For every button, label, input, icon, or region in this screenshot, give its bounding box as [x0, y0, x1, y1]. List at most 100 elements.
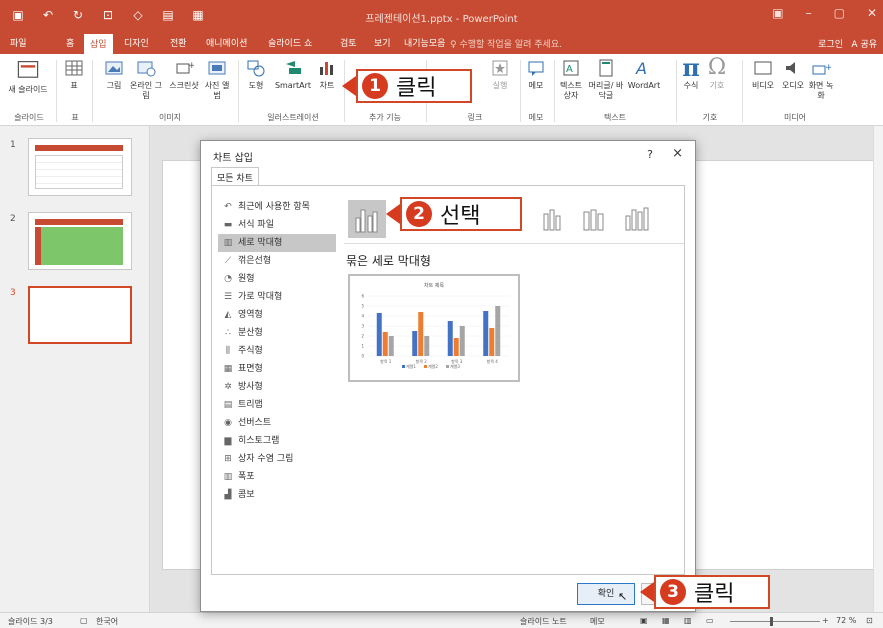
preview-ytick-label: 0: [361, 354, 364, 359]
vertical-scrollbar[interactable]: [873, 126, 883, 612]
audio-label: 오디오: [781, 81, 805, 90]
slide-sorter-icon[interactable]: ▦: [662, 616, 670, 625]
shapes-label: 도형: [248, 81, 264, 90]
zoom-slider-thumb[interactable]: [770, 617, 773, 626]
chart-category-item[interactable]: ◔ 원형: [218, 270, 336, 288]
speaker-icon: [786, 62, 795, 74]
close-window-icon[interactable]: ✕: [867, 6, 877, 20]
video-button[interactable]: 비디오: [748, 58, 778, 91]
preview-bar: [489, 328, 495, 356]
share-button[interactable]: A 공유: [851, 37, 877, 50]
tab-addins[interactable]: 내기능모음: [404, 36, 445, 49]
chart-category-item[interactable]: ✲ 방사형: [218, 378, 336, 396]
category-label: 세로 막대형: [238, 238, 283, 248]
chart-category-item[interactable]: ⫼ 주식형: [218, 342, 336, 360]
spellcheck-icon[interactable]: ▢: [80, 616, 88, 625]
new-slide-button[interactable]: 새 슬라이드: [8, 58, 48, 95]
preview-bar: [388, 336, 394, 356]
slide-thumbnail-3[interactable]: [28, 286, 132, 344]
tab-transitions[interactable]: 전환: [170, 36, 187, 49]
screen-recording-label: 화면 녹화: [808, 81, 834, 100]
tab-file[interactable]: 파일: [10, 36, 27, 49]
chart-category-item[interactable]: ▥ 세로 막대형: [218, 234, 336, 252]
chart-category-item[interactable]: ⊞ 상자 수염 그림: [218, 450, 336, 468]
online-picture-button[interactable]: 온라인 그림: [128, 58, 164, 101]
chart-category-item[interactable]: ▥ 폭포: [218, 468, 336, 486]
chart-category-item[interactable]: ▤ 트리맵: [218, 396, 336, 414]
close-icon[interactable]: ×: [672, 146, 683, 161]
fit-slide-icon[interactable]: ⊡: [866, 616, 873, 625]
photo-album-button[interactable]: 사진 앨범: [202, 58, 232, 101]
new-slide-icon: [17, 61, 39, 78]
chart-category-item[interactable]: ▟ 콤보: [218, 486, 336, 504]
table-button[interactable]: 표: [62, 58, 86, 91]
preview-category-label: 항목 1: [380, 358, 392, 364]
language-indicator: 한국어: [96, 617, 119, 626]
chart-category-item[interactable]: ↶ 최근에 사용한 항목: [218, 198, 336, 216]
help-icon[interactable]: ?: [647, 148, 653, 161]
chart-category-item[interactable]: ▦ 표면형: [218, 360, 336, 378]
chart-category-item[interactable]: ⟋ 꺾은선형: [218, 252, 336, 270]
tab-slideshow[interactable]: 슬라이드 쇼: [268, 36, 312, 49]
chart-category-item[interactable]: ◉ 선버스트: [218, 414, 336, 432]
smartart-button[interactable]: SmartArt: [270, 58, 316, 91]
picture-button[interactable]: 그림: [100, 58, 128, 91]
callout-number: 1: [362, 73, 388, 99]
zoom-in-icon[interactable]: +: [822, 616, 829, 625]
chart-category-item[interactable]: ∴ 분산형: [218, 324, 336, 342]
chart-button[interactable]: 차트: [316, 58, 338, 91]
callout-3: 3 클릭: [654, 575, 770, 609]
subtype-title: 묶은 세로 막대형: [346, 254, 431, 268]
chart-category-item[interactable]: ▆ 히스토그램: [218, 432, 336, 450]
normal-view-icon[interactable]: ▣: [640, 616, 648, 625]
tab-review[interactable]: 검토: [340, 36, 357, 49]
symbol-button[interactable]: Ω 기호: [706, 57, 728, 91]
tab-all-charts[interactable]: 모든 차트: [211, 167, 259, 185]
maximize-icon[interactable]: ▢: [834, 6, 845, 20]
wordart-button[interactable]: A WordArt: [624, 58, 664, 91]
category-label: 서식 파일: [238, 220, 274, 230]
screenshot-button[interactable]: + 스크린샷: [166, 58, 202, 91]
screenshot-icon: +: [176, 61, 194, 74]
preview-bar: [483, 311, 489, 356]
chart-preview[interactable]: 차트 제목 0 1 2 3 4 5 6 항목 1 항목 2 항목 3 항목 4 계열1 계열2 계열3: [348, 274, 520, 382]
preview-bar: [459, 326, 465, 356]
slide-thumbnail-1[interactable]: [28, 138, 132, 196]
textbox-button[interactable]: A 텍스트 상자: [556, 58, 586, 101]
chart-category-item[interactable]: ☰ 가로 막대형: [218, 288, 336, 306]
tab-view[interactable]: 보기: [374, 36, 391, 49]
callout-arrow-2: [386, 204, 400, 224]
shapes-button[interactable]: 도형: [242, 58, 270, 91]
category-icon: ▬: [223, 220, 233, 230]
new-slide-label: 새 슬라이드: [8, 85, 48, 94]
notes-button[interactable]: 슬라이드 노트: [520, 616, 567, 627]
preview-ytick-label: 3: [361, 324, 364, 329]
tab-insert[interactable]: 삽입: [84, 34, 113, 54]
reading-view-icon[interactable]: ▥: [684, 616, 692, 625]
tell-me-search[interactable]: ♀ 수행할 작업을 알려 주세요.: [450, 37, 562, 50]
subtype-3d-column[interactable]: [618, 200, 656, 238]
login-link[interactable]: 로그인: [818, 37, 843, 50]
header-footer-button[interactable]: 머리글/ 바닥글: [588, 58, 624, 101]
subtype-3d-stacked[interactable]: [576, 200, 614, 238]
subtype-clustered-column[interactable]: [348, 200, 386, 238]
slide-thumbnail-2[interactable]: [28, 212, 132, 270]
minimize-icon[interactable]: –: [806, 6, 812, 20]
screen-recording-button[interactable]: + 화면 녹화: [808, 58, 834, 101]
tab-animations[interactable]: 애니메이션: [206, 36, 247, 49]
chart-category-item[interactable]: ◭ 영역형: [218, 306, 336, 324]
zoom-level[interactable]: 72 %: [836, 616, 856, 625]
tab-design[interactable]: 디자인: [124, 36, 149, 49]
tab-home[interactable]: 홈: [66, 36, 74, 49]
zoom-slider[interactable]: [730, 621, 820, 622]
comments-status-button[interactable]: 메모: [590, 616, 605, 627]
comment-button[interactable]: 메모: [524, 58, 548, 91]
action-button[interactable]: 실행: [486, 58, 514, 91]
slideshow-icon[interactable]: ▭: [706, 616, 714, 625]
ribbon-display-icon[interactable]: ▣: [772, 6, 783, 20]
subtype-3d-clustered[interactable]: [534, 200, 572, 238]
equation-button[interactable]: π 수식: [680, 56, 702, 91]
audio-button[interactable]: 오디오: [778, 58, 808, 91]
chart-category-item[interactable]: ▬ 서식 파일: [218, 216, 336, 234]
group-separator: [92, 60, 93, 122]
